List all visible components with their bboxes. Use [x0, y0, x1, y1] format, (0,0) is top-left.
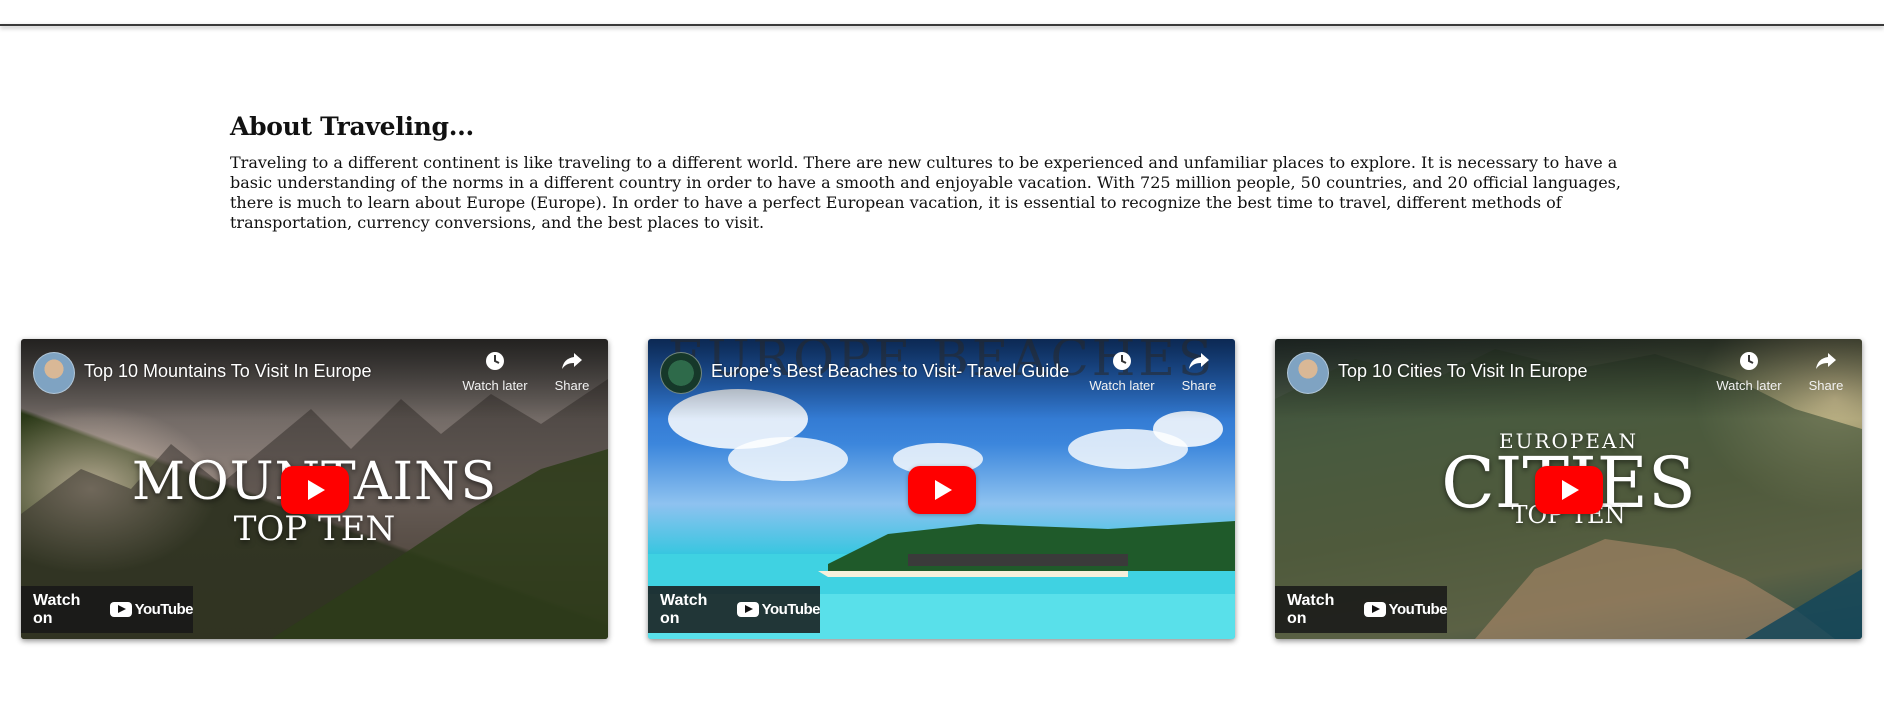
header-divider: [0, 24, 1884, 26]
youtube-logo: YouTube: [736, 601, 821, 618]
clock-icon: [486, 352, 504, 370]
video-title[interactable]: Europe's Best Beaches to Visit- Travel G…: [711, 361, 1081, 382]
channel-avatar[interactable]: [33, 352, 75, 394]
about-paragraph: Traveling to a different continent is li…: [230, 153, 1621, 232]
share-arrow-icon: [562, 353, 582, 369]
video-title[interactable]: Top 10 Cities To Visit In Europe: [1338, 361, 1708, 382]
youtube-wordmark: YouTube: [134, 601, 194, 618]
youtube-logo: YouTube: [1363, 601, 1448, 618]
youtube-wordmark: YouTube: [1388, 601, 1448, 618]
share-button[interactable]: Share: [1167, 351, 1231, 395]
share-label: Share: [1808, 378, 1844, 393]
video-embed-mountains[interactable]: MOUNTAINS TOP TEN Top 10 Mountains To Vi…: [21, 339, 608, 639]
watch-on-youtube-button[interactable]: Watch on YouTube: [648, 586, 821, 633]
play-button[interactable]: [1535, 466, 1603, 514]
watch-on-label: Watch on: [33, 591, 81, 627]
play-button[interactable]: [908, 466, 976, 514]
watch-later-button[interactable]: Watch later: [1714, 351, 1784, 395]
youtube-play-icon: [1363, 602, 1386, 617]
watch-later-button[interactable]: Watch later: [460, 351, 530, 395]
about-heading: About Traveling...: [230, 112, 474, 141]
video-embed-beaches[interactable]: EUROPE BEACHES Europe's Best Beaches to …: [648, 339, 1235, 639]
share-label: Share: [554, 378, 590, 393]
watch-on-youtube-button[interactable]: Watch on YouTube: [1275, 586, 1448, 633]
channel-avatar[interactable]: [1287, 352, 1329, 394]
share-button[interactable]: Share: [1794, 351, 1858, 395]
share-arrow-icon: [1816, 353, 1836, 369]
youtube-wordmark: YouTube: [761, 601, 821, 618]
clock-icon: [1113, 352, 1131, 370]
watch-later-label: Watch later: [1089, 378, 1155, 393]
video-title[interactable]: Top 10 Mountains To Visit In Europe: [84, 361, 454, 382]
play-button[interactable]: [281, 466, 349, 514]
watch-on-label: Watch on: [660, 591, 708, 627]
clock-icon: [1740, 352, 1758, 370]
share-arrow-icon: [1189, 353, 1209, 369]
share-label: Share: [1181, 378, 1217, 393]
watch-later-button[interactable]: Watch later: [1087, 351, 1157, 395]
youtube-play-icon: [736, 602, 759, 617]
thumbnail-subtitle-text: TOP TEN: [233, 509, 396, 549]
youtube-logo: YouTube: [109, 601, 194, 618]
watch-later-label: Watch later: [1716, 378, 1782, 393]
youtube-play-icon: [109, 602, 132, 617]
about-section: About Traveling... Traveling to a differ…: [230, 112, 1650, 233]
watch-on-label: Watch on: [1287, 591, 1335, 627]
video-embed-cities[interactable]: EUROPEAN CITIES TOP TEN Top 10 Cities To…: [1275, 339, 1862, 639]
watch-on-youtube-button[interactable]: Watch on YouTube: [21, 586, 194, 633]
watch-later-label: Watch later: [462, 378, 528, 393]
share-button[interactable]: Share: [540, 351, 604, 395]
channel-avatar[interactable]: [660, 352, 702, 394]
